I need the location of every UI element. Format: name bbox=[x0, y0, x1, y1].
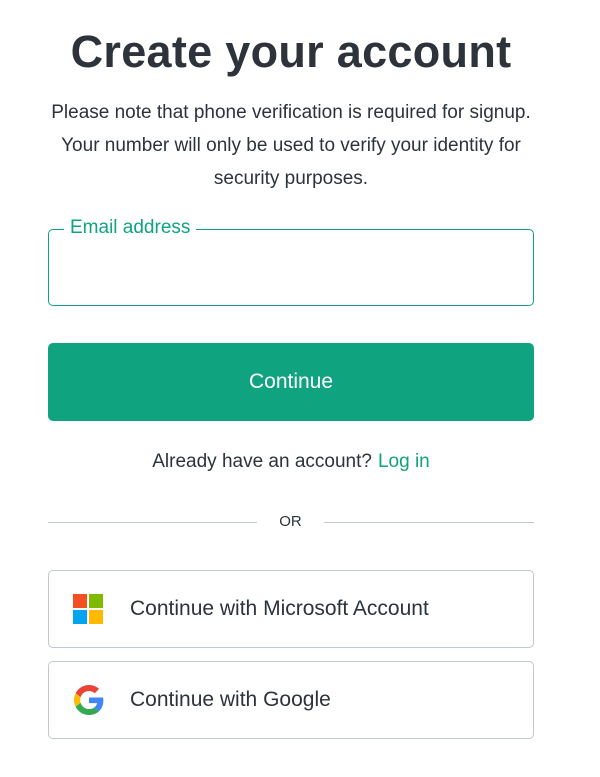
signup-notice: Please note that phone verification is r… bbox=[51, 102, 531, 189]
microsoft-logo-blue-square bbox=[73, 610, 87, 624]
microsoft-logo-yellow-square bbox=[89, 610, 103, 624]
microsoft-login-label: Continue with Microsoft Account bbox=[130, 597, 429, 620]
divider-line-right bbox=[324, 522, 534, 523]
microsoft-logo-green-square bbox=[89, 594, 103, 608]
page-title: Create your account bbox=[70, 26, 512, 77]
google-logo-icon bbox=[73, 685, 104, 716]
email-input[interactable] bbox=[49, 230, 533, 305]
login-prompt: Already have an account? Log in bbox=[0, 450, 582, 474]
google-login-button[interactable]: Continue with Google bbox=[48, 661, 534, 739]
microsoft-login-button[interactable]: Continue with Microsoft Account bbox=[48, 570, 534, 648]
google-login-label: Continue with Google bbox=[130, 688, 331, 711]
email-field[interactable]: Email address bbox=[48, 215, 534, 306]
login-prompt-text: Already have an account? bbox=[152, 451, 372, 472]
divider-or-label: OR bbox=[279, 513, 302, 530]
continue-button[interactable]: Continue bbox=[48, 343, 534, 421]
login-link[interactable]: Log in bbox=[378, 451, 430, 472]
microsoft-logo-red-square bbox=[73, 594, 87, 608]
microsoft-logo-icon bbox=[73, 594, 104, 625]
email-label: Email address bbox=[64, 215, 197, 241]
divider-line-left bbox=[48, 522, 257, 523]
